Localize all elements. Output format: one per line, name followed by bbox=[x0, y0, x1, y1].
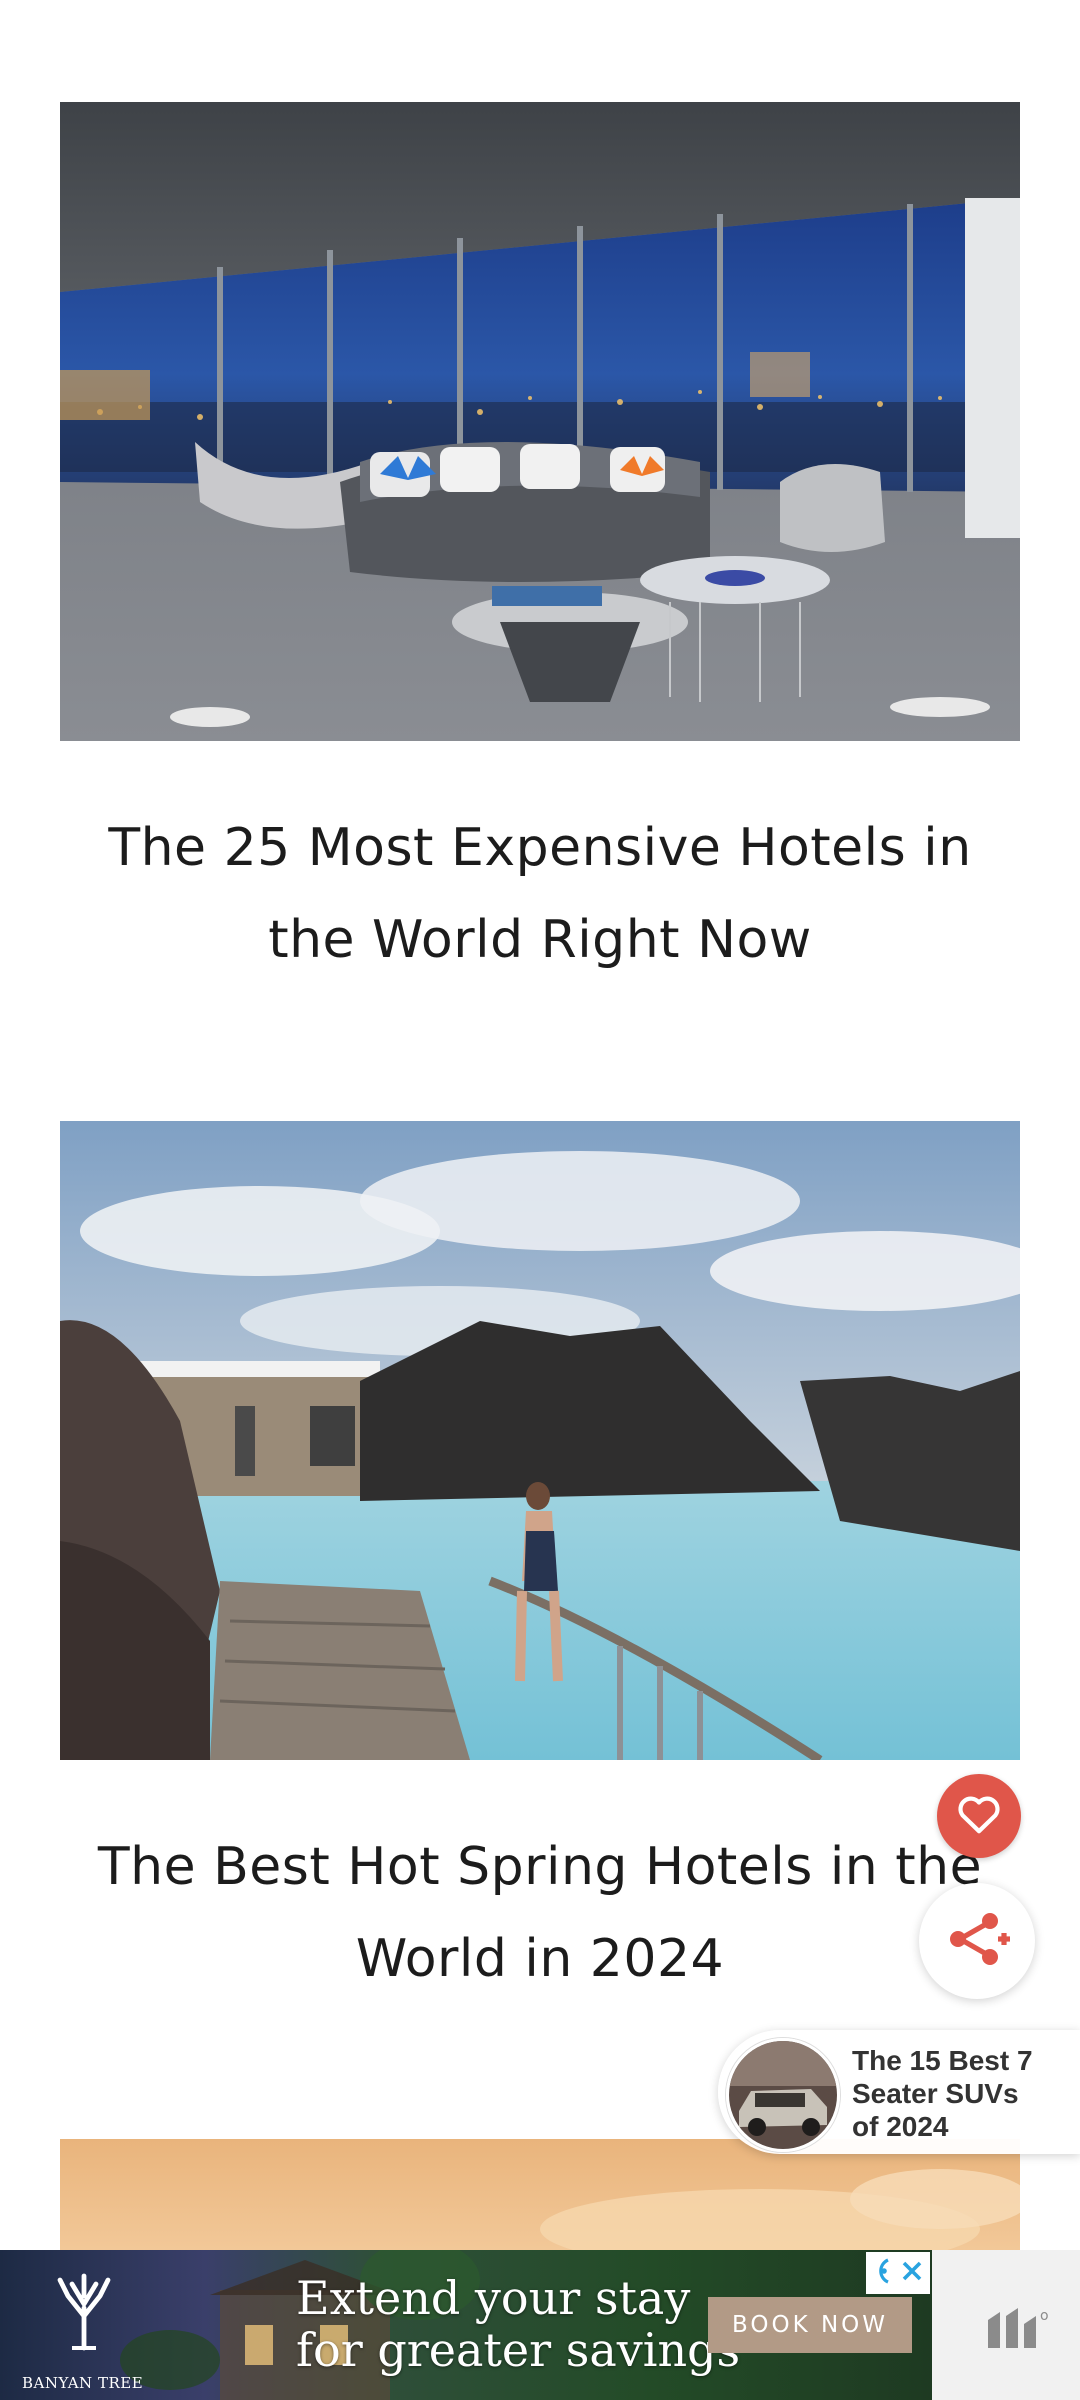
ad-banner[interactable]: BANYAN TREE Extend your stay for greater… bbox=[0, 2250, 932, 2400]
ad-headline: Extend your stay for greater savings bbox=[296, 2272, 740, 2376]
recommended-title-line[interactable]: The 15 Best 7 bbox=[852, 2044, 1072, 2077]
recommended-title-line[interactable]: of 2024 bbox=[852, 2110, 1072, 2143]
close-icon bbox=[900, 2259, 924, 2288]
article-image-third[interactable] bbox=[60, 2139, 1020, 2250]
recommended-article-thumbnail[interactable] bbox=[726, 2038, 840, 2152]
article-title-hot-spring-hotels[interactable]: The Best Hot Spring Hotels in the World … bbox=[60, 1821, 1020, 2005]
ad-brand-label: BANYAN TREE bbox=[22, 2374, 144, 2392]
recommended-title-line[interactable]: Seater SUVs bbox=[852, 2077, 1072, 2110]
recommended-article-widget[interactable]: The 15 Best 7 Seater SUVs of 2024 bbox=[718, 2030, 1080, 2154]
share-button[interactable] bbox=[919, 1883, 1035, 1999]
book-now-button[interactable]: BOOK NOW bbox=[708, 2297, 912, 2353]
ad-close-button[interactable] bbox=[866, 2252, 930, 2294]
article-title-line[interactable]: World in 2024 bbox=[60, 1913, 1020, 2005]
heart-icon bbox=[956, 1793, 1002, 1840]
ad-headline-line: Extend your stay bbox=[296, 2271, 691, 2325]
favorite-button[interactable] bbox=[937, 1774, 1021, 1858]
article-title-line[interactable]: The 25 Most Expensive Hotels in bbox=[60, 802, 1020, 894]
share-icon bbox=[944, 1911, 1010, 1972]
ad-network-logo-icon: o bbox=[984, 2304, 1054, 2357]
article-title-line[interactable]: the World Right Now bbox=[60, 894, 1020, 986]
adchoices-icon bbox=[872, 2256, 894, 2291]
article-image-hot-spring[interactable] bbox=[60, 1121, 1020, 1760]
svg-text:o: o bbox=[1040, 2308, 1049, 2324]
banyan-tree-logo-icon bbox=[44, 2268, 124, 2357]
recommended-article-title[interactable]: The 15 Best 7 Seater SUVs of 2024 bbox=[852, 2044, 1072, 2143]
article-title-line[interactable]: The Best Hot Spring Hotels in the bbox=[60, 1821, 1020, 1913]
article-title-expensive-hotels[interactable]: The 25 Most Expensive Hotels in the Worl… bbox=[60, 802, 1020, 986]
article-image-luxury-suite[interactable] bbox=[60, 102, 1020, 741]
ad-headline-line: for greater savings bbox=[296, 2323, 741, 2377]
